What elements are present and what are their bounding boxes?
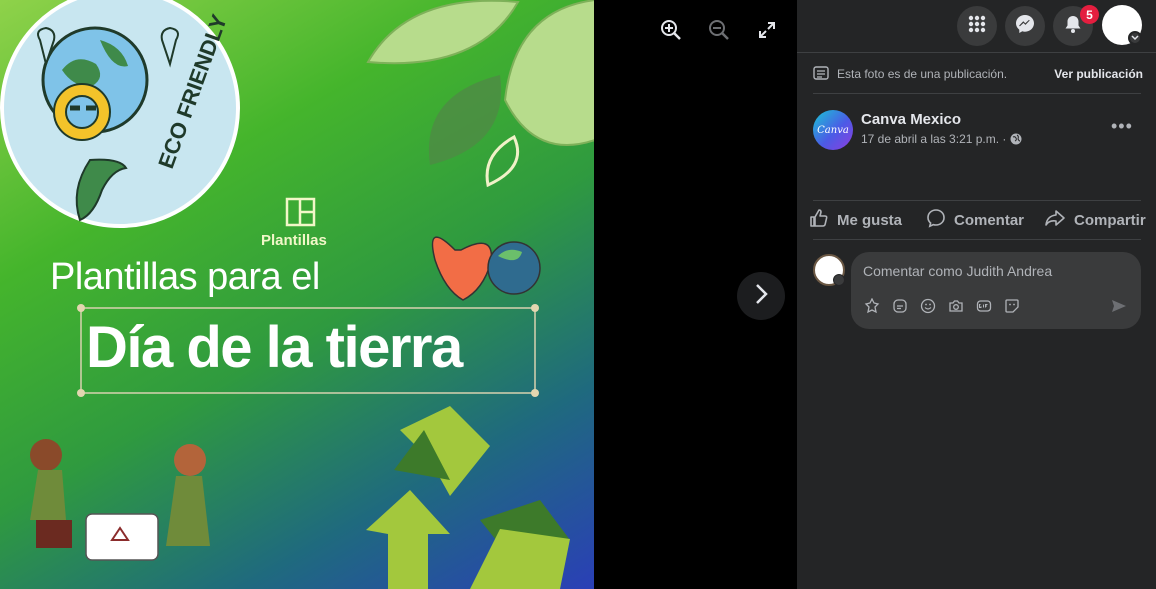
zoom-out-icon[interactable]	[707, 18, 731, 42]
post-timestamp: 17 de abril a las 3:21 p.m. ·	[861, 132, 1022, 148]
divider	[813, 200, 1141, 201]
notification-count-badge: 5	[1080, 5, 1099, 24]
zoom-in-icon[interactable]	[659, 18, 683, 42]
view-post-link[interactable]: Ver publicación	[1054, 67, 1143, 81]
divider	[813, 93, 1141, 94]
menu-button[interactable]	[957, 6, 997, 46]
author-logo-text: Canva	[817, 124, 849, 136]
author-name[interactable]: Canva Mexico	[861, 111, 961, 128]
fullscreen-icon[interactable]	[755, 18, 779, 42]
comment-button[interactable]: Comentar	[926, 206, 1024, 234]
camera-icon[interactable]	[947, 297, 965, 315]
chevron-right-icon	[754, 283, 768, 310]
top-navigation: 5	[797, 0, 1156, 53]
share-label: Compartir	[1074, 211, 1146, 229]
comment-tools	[863, 297, 1021, 315]
divider	[813, 239, 1141, 240]
post-sidebar: 5 Esta foto es de una publicación. Ver p…	[797, 0, 1156, 589]
notifications-button[interactable]: 5	[1053, 5, 1099, 46]
gif-icon[interactable]	[975, 297, 993, 315]
emoji-icon[interactable]	[919, 297, 937, 315]
messenger-button[interactable]	[1005, 6, 1045, 46]
comment-input-placeholder[interactable]: Comentar como Judith Andrea	[863, 263, 1052, 279]
more-options-button[interactable]: •••	[1111, 116, 1133, 137]
share-arrow-icon	[1044, 208, 1066, 232]
post-actions: Me gusta Comentar Compartir	[809, 206, 1149, 234]
headline-line2: Día de la tierra	[86, 315, 463, 380]
author-avatar[interactable]: Canva	[813, 110, 853, 150]
more-dots-icon: •••	[1111, 116, 1133, 136]
globe-icon	[1010, 133, 1022, 148]
next-photo-button[interactable]	[737, 272, 785, 320]
headline-line1: Plantillas para el	[50, 256, 320, 298]
like-label: Me gusta	[837, 211, 903, 229]
post-author: Canva Canva Mexico 17 de abril a las 3:2…	[813, 110, 1143, 152]
comment-bubble-icon	[926, 208, 946, 232]
post-photo: ECO FRIENDLY Plantillas Plantillas para …	[0, 0, 594, 589]
like-button[interactable]: Me gusta	[809, 206, 902, 234]
comment-composer[interactable]: Comentar como Judith Andrea	[851, 252, 1141, 329]
viewer-area	[594, 0, 797, 589]
post-timestamp-text[interactable]: 17 de abril a las 3:21 p.m. ·	[861, 132, 1006, 146]
brand-label: Plantillas	[261, 232, 327, 249]
grid-menu-icon	[967, 14, 987, 39]
document-icon	[813, 66, 829, 83]
send-icon[interactable]	[1111, 298, 1127, 319]
commenter-chevron-icon[interactable]	[833, 274, 845, 286]
share-button[interactable]: Compartir	[1044, 206, 1146, 234]
sticker-face-icon[interactable]	[1003, 297, 1021, 315]
messenger-icon	[1014, 13, 1036, 40]
account-chevron-icon[interactable]	[1128, 31, 1142, 45]
avatar-sticker-icon[interactable]	[863, 297, 881, 315]
publication-notice-row: Esta foto es de una publicación. Ver pub…	[813, 60, 1143, 88]
photo-viewer-page: ECO FRIENDLY Plantillas Plantillas para …	[0, 0, 1156, 589]
comment-label: Comentar	[954, 211, 1025, 229]
thumbs-up-icon	[809, 208, 829, 232]
sticker-icon[interactable]	[891, 297, 909, 315]
publication-notice-text: Esta foto es de una publicación.	[837, 67, 1008, 81]
